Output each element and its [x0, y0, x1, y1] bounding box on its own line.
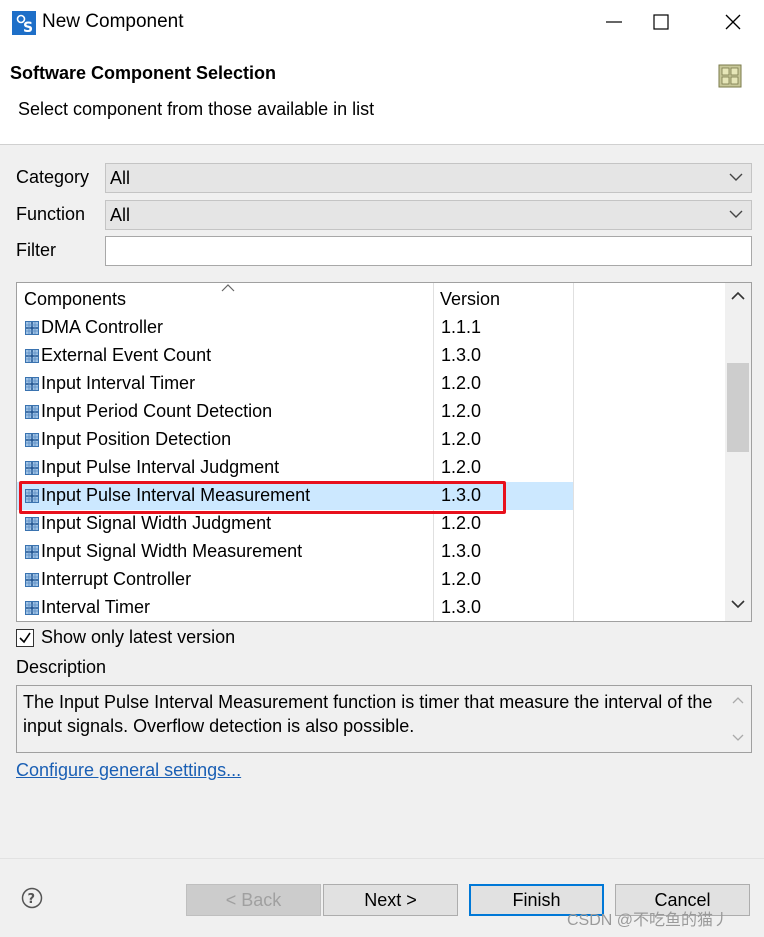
chevron-down-icon: [729, 210, 743, 218]
component-icon: [25, 517, 39, 531]
component-name: Input Signal Width Measurement: [41, 541, 303, 561]
component-version: 1.1.1: [441, 317, 482, 337]
component-name: Input Interval Timer: [41, 373, 196, 393]
table-row[interactable]: Interrupt Controller 1.2.0: [17, 566, 573, 594]
component-name: Interrupt Controller: [41, 569, 192, 589]
page-title: Software Component Selection: [10, 63, 277, 83]
table-row[interactable]: Input Position Detection 1.2.0: [17, 426, 573, 454]
description-label: Description: [16, 657, 107, 677]
app-s-icon: S: [12, 11, 36, 35]
component-name: DMA Controller: [41, 317, 164, 337]
help-icon[interactable]: ?: [21, 887, 43, 909]
component-version: 1.2.0: [441, 401, 482, 421]
category-value: All: [110, 168, 131, 188]
component-name: Interval Timer: [41, 597, 151, 617]
component-version: 1.2.0: [441, 513, 482, 533]
category-select[interactable]: All: [105, 163, 752, 193]
description-box: The Input Pulse Interval Measurement fun…: [16, 685, 752, 753]
close-icon: [725, 14, 741, 30]
component-icon: [25, 573, 39, 587]
minimize-icon: [606, 21, 622, 23]
component-version: 1.2.0: [441, 373, 482, 393]
table-row[interactable]: Input Signal Width Judgment 1.2.0: [17, 510, 573, 538]
function-value: All: [110, 205, 131, 225]
component-version: 1.2.0: [441, 569, 482, 589]
grid-icon: [718, 64, 742, 88]
checkmark-icon: [19, 632, 31, 644]
component-name: Input Position Detection: [41, 429, 232, 449]
table-row[interactable]: Input Period Count Detection 1.2.0: [17, 398, 573, 426]
component-version: 1.3.0: [441, 597, 482, 617]
column-label: Components: [24, 289, 127, 309]
component-version: 1.3.0: [441, 345, 482, 365]
description-text: The Input Pulse Interval Measurement fun…: [23, 692, 713, 736]
table-row[interactable]: Input Signal Width Measurement 1.3.0: [17, 538, 573, 566]
latest-version-checkbox[interactable]: [16, 629, 34, 647]
table-row[interactable]: Input Pulse Interval Judgment 1.2.0: [17, 454, 573, 482]
filter-input[interactable]: [105, 236, 752, 266]
chevron-down-icon: [729, 173, 743, 181]
svg-text:?: ?: [28, 892, 36, 907]
component-icon: [25, 433, 39, 447]
description-scrollbar[interactable]: [725, 686, 751, 752]
component-name: Input Pulse Interval Judgment: [41, 457, 280, 477]
table-row[interactable]: DMA Controller 1.1.1: [17, 314, 573, 342]
component-icon: [25, 349, 39, 363]
latest-version-label: Show only latest version: [41, 627, 236, 647]
close-button[interactable]: [710, 0, 756, 45]
table-row[interactable]: Input Interval Timer 1.2.0: [17, 370, 573, 398]
component-icon: [25, 601, 39, 615]
annotation-highlight-box: [19, 481, 506, 514]
component-icon: [25, 405, 39, 419]
component-icon: [25, 321, 39, 335]
window-title: New Component: [42, 11, 184, 32]
component-name: Input Period Count Detection: [41, 401, 273, 421]
footer-divider: [0, 858, 764, 859]
function-select[interactable]: All: [105, 200, 752, 230]
component-icon: [25, 461, 39, 475]
page-subtitle: Select component from those available in…: [18, 99, 375, 119]
category-label: Category: [16, 167, 90, 187]
component-name: External Event Count: [41, 345, 212, 365]
wizard-header: Software Component Selection Select comp…: [0, 45, 764, 145]
maximize-button[interactable]: [638, 0, 684, 45]
component-name: Input Signal Width Judgment: [41, 513, 272, 533]
configure-settings-link[interactable]: Configure general settings...: [16, 760, 241, 781]
scroll-down-icon[interactable]: [732, 734, 744, 742]
scroll-up-icon[interactable]: [732, 696, 744, 704]
title-bar: S New Component: [0, 0, 764, 45]
vertical-scrollbar[interactable]: [725, 283, 751, 621]
table-row[interactable]: Interval Timer 1.3.0: [17, 594, 573, 621]
component-version: 1.2.0: [441, 429, 482, 449]
sort-ascending-icon: [221, 284, 235, 292]
components-table: Components Version DMA Controller 1.1.1 Ex…: [16, 282, 752, 622]
component-version: 1.2.0: [441, 457, 482, 477]
column-divider: [573, 283, 574, 621]
watermark: CSDN @不吃鱼的猫丿: [567, 912, 730, 929]
function-label: Function: [16, 204, 86, 224]
next-button[interactable]: Next >: [323, 884, 458, 916]
component-version: 1.3.0: [441, 541, 482, 561]
minimize-button[interactable]: [591, 0, 637, 45]
table-row[interactable]: External Event Count 1.3.0: [17, 342, 573, 370]
maximize-icon: [653, 14, 669, 30]
component-icon: [25, 377, 39, 391]
scrollbar-thumb[interactable]: [727, 363, 749, 452]
column-header-components[interactable]: Components: [17, 283, 433, 314]
column-header-version[interactable]: Version: [434, 283, 573, 314]
column-label: Version: [440, 289, 501, 309]
back-button[interactable]: < Back: [186, 884, 321, 916]
scroll-up-icon[interactable]: [731, 291, 745, 301]
filter-label: Filter: [16, 240, 56, 260]
scroll-down-icon[interactable]: [731, 599, 745, 609]
svg-text:S: S: [23, 20, 33, 35]
component-icon: [25, 545, 39, 559]
